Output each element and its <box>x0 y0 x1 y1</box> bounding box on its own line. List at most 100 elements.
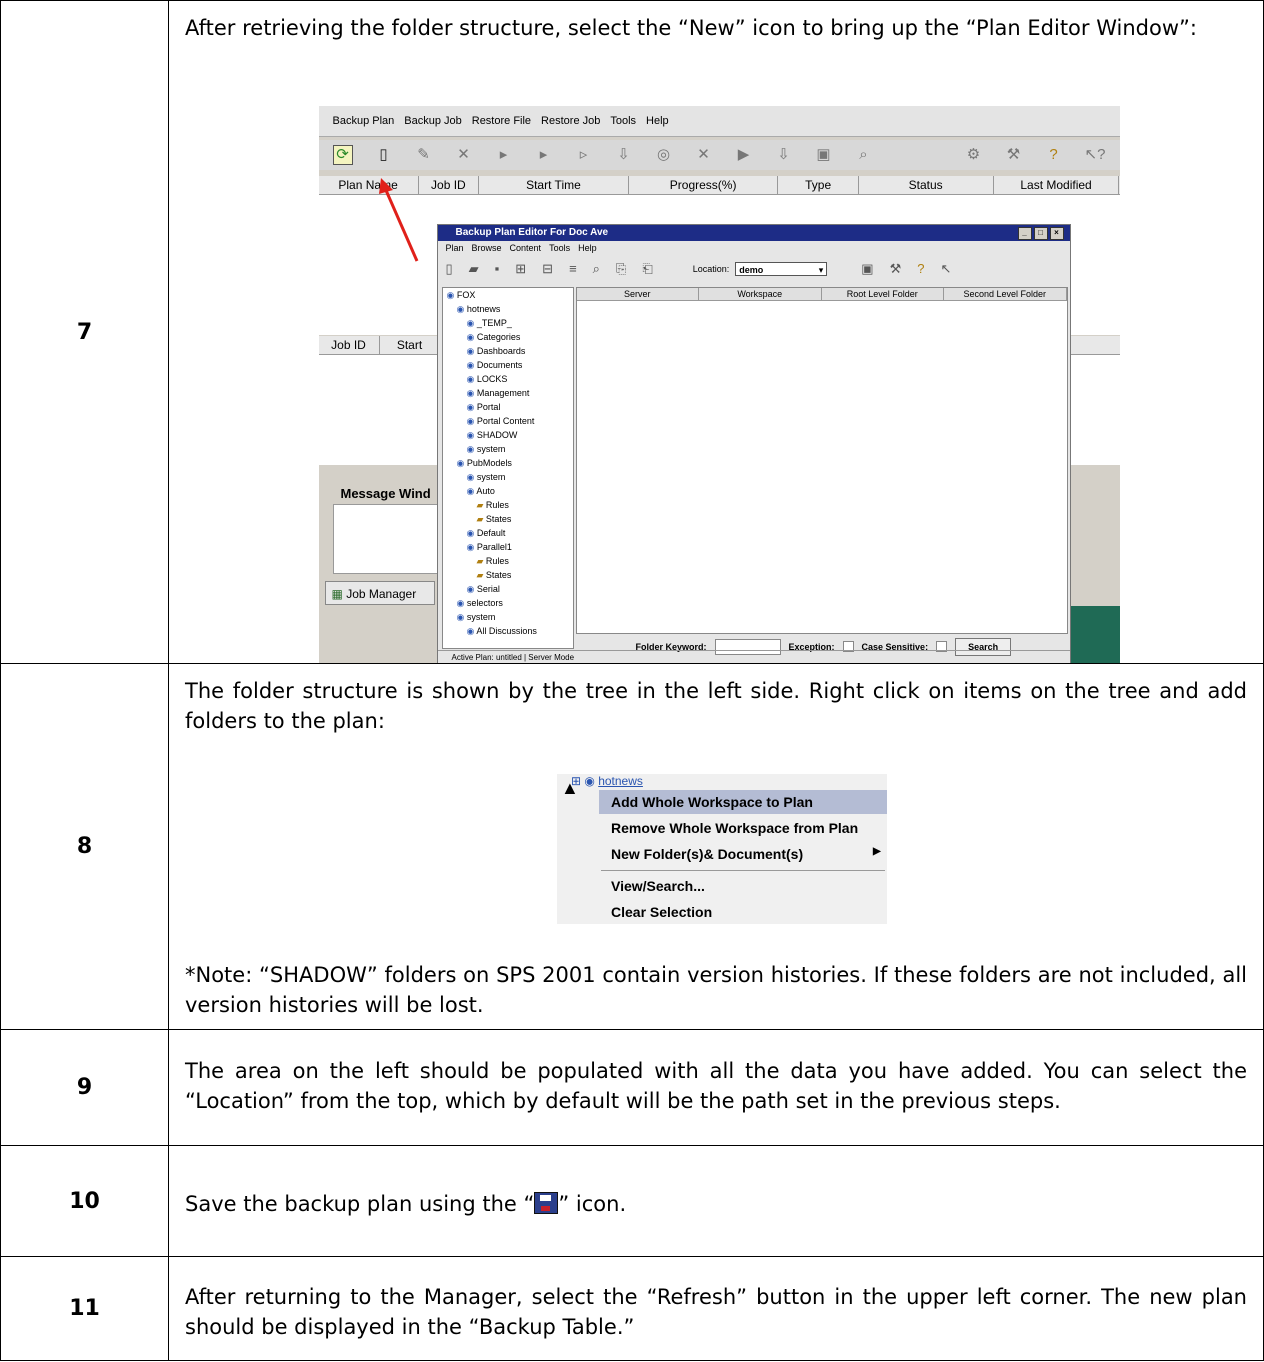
plan-table-header: Plan Name Job ID Start Time Progress(%) … <box>318 175 1120 195</box>
tree-item[interactable]: ◉ Parallel1 <box>443 540 573 554</box>
table-row: 7 After retrieving the folder structure,… <box>0 0 1264 664</box>
location-select[interactable]: demo ▾ <box>735 261 828 276</box>
tree-item[interactable]: ◉ system <box>443 470 573 484</box>
delete-icon[interactable]: ✕ <box>695 146 713 164</box>
menu-item[interactable]: Help <box>646 115 669 127</box>
open-icon[interactable]: ▰ <box>469 261 479 277</box>
tools-icon[interactable]: ⚒ <box>890 261 902 277</box>
selected-folders-grid: Server Workspace Root Level Folder Secon… <box>575 286 1068 634</box>
run-icon[interactable]: ▸ <box>535 146 553 164</box>
status-bar: Active Plan: untitled | Server Mode <box>437 649 1070 663</box>
delete-icon[interactable]: ✕ <box>455 146 473 164</box>
tools-icon[interactable]: ⚒ <box>1005 146 1023 164</box>
column-header[interactable]: Last Modified <box>994 175 1120 194</box>
menu-item[interactable]: Backup Plan <box>333 115 395 127</box>
help-icon[interactable]: ? <box>1045 146 1063 164</box>
column-header[interactable]: Status <box>859 175 994 194</box>
new-icon[interactable]: ▯ <box>375 146 393 164</box>
column-header[interactable]: Server <box>577 287 699 300</box>
tree-item[interactable]: ▰ States <box>443 568 573 582</box>
dialog-title: Backup Plan Editor For Doc Ave <box>455 226 609 238</box>
copy-icon[interactable]: ⎘ <box>616 261 626 277</box>
menu-item[interactable]: Restore File <box>472 115 531 127</box>
schedule-icon[interactable]: ◎ <box>655 146 673 164</box>
save-icon[interactable]: ▣ <box>861 261 873 277</box>
tree-item[interactable]: ◉ hotnews <box>443 302 573 316</box>
column-header[interactable]: Workspace <box>699 287 822 300</box>
add-icon[interactable]: ⊞ <box>515 261 526 277</box>
tree-item[interactable]: ◉ Categories <box>443 330 573 344</box>
column-header[interactable]: Type <box>778 175 859 194</box>
tree-item[interactable]: ◉ SHADOW <box>443 428 573 442</box>
tree-item[interactable]: ▰ Rules <box>443 554 573 568</box>
database-icon: ◉ <box>466 485 477 496</box>
column-header[interactable]: Start <box>380 335 441 354</box>
tree-item[interactable]: ◉ Documents <box>443 358 573 372</box>
table-row: 9 The area on the left should be populat… <box>0 1029 1264 1146</box>
job-manager-button[interactable]: ▦ Job Manager <box>324 580 435 605</box>
context-menu-item[interactable]: View/Search... <box>611 878 705 894</box>
stop-icon[interactable]: ▣ <box>815 146 833 164</box>
step-icon[interactable]: ▹ <box>575 146 593 164</box>
menu-item[interactable]: Browse <box>472 241 502 256</box>
column-header[interactable]: Job ID <box>319 335 380 354</box>
download-icon[interactable]: ⇩ <box>775 146 793 164</box>
minimize-icon[interactable]: _ <box>1017 226 1032 240</box>
menu-item[interactable]: Tools <box>610 115 636 127</box>
menu-item[interactable]: Tools <box>549 241 570 256</box>
tree-item[interactable]: ◉ PubModels <box>443 456 573 470</box>
column-header[interactable]: Start Time <box>479 175 629 194</box>
tree-item[interactable]: ◉ _TEMP_ <box>443 316 573 330</box>
folder-tree[interactable]: ◉ FOX ◉ hotnews ◉ _TEMP_ ◉ Categories ◉ Dash… <box>441 286 574 649</box>
edit-icon[interactable]: ✎ <box>415 146 433 164</box>
filter-icon[interactable]: ⌕ <box>593 261 600 277</box>
tree-item[interactable]: ◉ Portal Content <box>443 414 573 428</box>
play-icon[interactable]: ▶ <box>735 146 753 164</box>
context-menu-item[interactable]: Remove Whole Workspace from Plan <box>611 820 858 836</box>
context-menu-item[interactable]: Clear Selection <box>611 904 712 920</box>
context-menu-item[interactable]: Add Whole Workspace to Plan <box>611 794 813 810</box>
column-header[interactable]: Root Level Folder <box>822 287 944 300</box>
maximize-icon[interactable]: □ <box>1033 226 1048 240</box>
download-icon[interactable]: ⇩ <box>615 146 633 164</box>
menu-item[interactable]: Content <box>510 241 542 256</box>
tree-item[interactable]: ◉ Auto <box>443 484 573 498</box>
refresh-icon[interactable]: ⟳ <box>332 144 353 165</box>
run-icon[interactable]: ▸ <box>495 146 513 164</box>
column-header[interactable]: Progress(%) <box>629 175 779 194</box>
menu-item[interactable]: Backup Job <box>404 115 461 127</box>
menu-item[interactable]: Restore Job <box>541 115 600 127</box>
close-icon[interactable]: × <box>1049 226 1064 240</box>
tree-item[interactable]: ◉ Serial <box>443 582 573 596</box>
tree-item[interactable]: ◉ Default <box>443 526 573 540</box>
column-header[interactable]: Second Level Folder <box>944 287 1067 300</box>
context-menu-item[interactable]: New Folder(s)& Document(s) <box>611 846 803 862</box>
tree-item[interactable]: ◉ system <box>443 442 573 456</box>
tree-item[interactable]: ◉ FOX <box>443 288 573 302</box>
step-note: *Note: “SHADOW” folders on SPS 2001 cont… <box>185 963 1247 1017</box>
paste-icon[interactable]: ⎗ <box>642 261 652 277</box>
properties-icon[interactable]: ≡ <box>569 261 577 276</box>
tree-item[interactable]: ▰ Rules <box>443 498 573 512</box>
tree-item[interactable]: ◉ system <box>443 610 573 624</box>
text-before: Save the backup plan using the “ <box>185 1192 535 1216</box>
new-icon[interactable]: ▯ <box>446 261 453 277</box>
menu-item[interactable]: Plan <box>446 241 464 256</box>
tree-item[interactable]: ◉ All Discussions <box>443 624 573 638</box>
tree-item[interactable]: ◉ LOCKS <box>443 372 573 386</box>
remove-icon[interactable]: ⊟ <box>542 261 553 277</box>
help-icon[interactable]: ? <box>917 261 924 276</box>
search-icon[interactable]: ⌕ <box>855 146 873 164</box>
whats-this-icon[interactable]: ↖ <box>940 261 951 277</box>
tree-item[interactable]: ◉ selectors <box>443 596 573 610</box>
tree-item[interactable]: ◉ Management <box>443 386 573 400</box>
tree-item-label: States <box>485 513 512 524</box>
settings-icon[interactable]: ⚙ <box>965 146 983 164</box>
tree-item[interactable]: ◉ Dashboards <box>443 344 573 358</box>
menu-item[interactable]: Help <box>578 241 597 256</box>
whats-this-icon[interactable]: ↖? <box>1085 146 1106 164</box>
tree-item[interactable]: ◉ Portal <box>443 400 573 414</box>
tree-node-label: hotnews <box>598 774 643 788</box>
tree-item[interactable]: ▰ States <box>443 512 573 526</box>
save-icon[interactable]: ▪ <box>495 261 500 276</box>
